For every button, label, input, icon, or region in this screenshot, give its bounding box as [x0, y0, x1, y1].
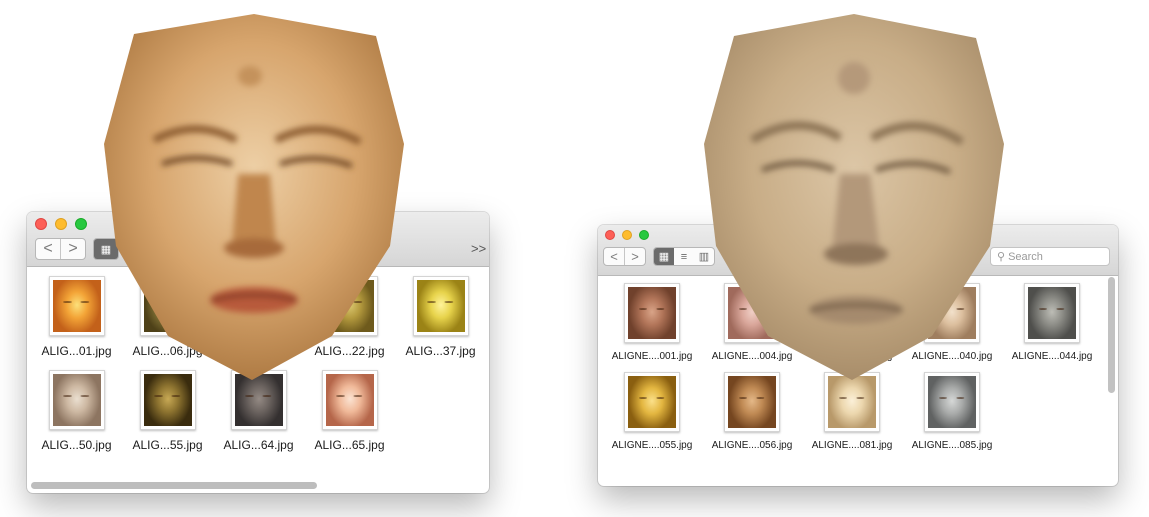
cream-face-image	[828, 376, 876, 428]
file-item[interactable]: ALIGNE....081.jpg	[802, 372, 902, 451]
minimize-button[interactable]	[55, 218, 67, 230]
horizontal-scrollbar[interactable]	[31, 482, 317, 489]
file-name: ALIGNE....081.jpg	[811, 440, 893, 451]
file-name: ALIGNE....055.jpg	[611, 440, 693, 451]
file-name: ALIG...65.jpg	[314, 438, 385, 452]
file-item[interactable]: ALIG...37.jpg	[395, 276, 486, 358]
icon-view-button[interactable]: ▦	[654, 248, 674, 265]
file-item[interactable]: ALIGNE....085.jpg	[902, 372, 1002, 451]
grid-icon: ▦	[658, 251, 670, 263]
back-button[interactable]: <	[36, 239, 60, 259]
forward-button[interactable]: >	[624, 248, 645, 265]
file-name: ALIG...37.jpg	[405, 344, 476, 358]
nav-buttons: < >	[35, 238, 86, 260]
file-name: ALIGNE....001.jpg	[611, 351, 693, 362]
grey-stone-face-image	[1028, 287, 1076, 339]
file-name: ALIGNE....085.jpg	[911, 440, 993, 451]
file-thumbnail	[624, 283, 680, 343]
file-name: ALIGNE....056.jpg	[711, 440, 793, 451]
average-face-right	[704, 14, 1004, 380]
search-placeholder: Search	[1008, 250, 1043, 263]
average-face-left	[104, 14, 404, 380]
terracotta-face-image	[628, 287, 676, 339]
file-item[interactable]: ALIG...65.jpg	[304, 370, 395, 452]
list-icon: ≡	[680, 250, 688, 263]
file-thumbnail	[1024, 283, 1080, 343]
file-name: ALIG...64.jpg	[223, 438, 294, 452]
bronze-face-image	[728, 376, 776, 428]
search-field[interactable]: ⚲ Search	[990, 247, 1110, 266]
file-thumbnail	[48, 370, 105, 430]
close-button[interactable]	[605, 230, 615, 240]
nav-buttons: < >	[603, 247, 646, 266]
chevron-left-icon: <	[43, 240, 53, 257]
list-view-button[interactable]: ≡	[674, 248, 694, 265]
close-button[interactable]	[35, 218, 47, 230]
file-item[interactable]: ALIG...55.jpg	[122, 370, 213, 452]
double-chevron-icon: >>	[471, 241, 487, 256]
zoom-button[interactable]	[75, 218, 87, 230]
file-item[interactable]: ALIGNE....055.jpg	[602, 372, 702, 451]
file-item[interactable]: ALIGNE....044.jpg	[1002, 283, 1102, 362]
file-item[interactable]: ALIG...50.jpg	[31, 370, 122, 452]
chevron-left-icon: <	[610, 249, 618, 264]
bright-gold-face-image	[416, 280, 465, 332]
vertical-scrollbar[interactable]	[1108, 277, 1115, 393]
file-name: ALIG...50.jpg	[41, 438, 112, 452]
file-name: ALIG...01.jpg	[41, 344, 112, 358]
file-thumbnail	[624, 372, 680, 432]
file-item[interactable]: ALIGNE....056.jpg	[702, 372, 802, 451]
file-thumbnail	[48, 276, 105, 336]
file-item[interactable]: ALIGNE....001.jpg	[602, 283, 702, 362]
stone-face-image	[52, 374, 101, 426]
zoom-button[interactable]	[639, 230, 649, 240]
gold-orange-face-image	[52, 280, 101, 332]
back-button[interactable]: <	[604, 248, 624, 265]
minimize-button[interactable]	[622, 230, 632, 240]
gold-face-image	[628, 376, 676, 428]
silver-face-image	[928, 376, 976, 428]
chevron-right-icon: >	[68, 240, 78, 257]
file-thumbnail	[412, 276, 469, 336]
chevron-right-icon: >	[631, 249, 639, 264]
file-item[interactable]: ALIG...64.jpg	[213, 370, 304, 452]
file-name: ALIG...55.jpg	[132, 438, 203, 452]
toolbar-overflow-button[interactable]: >>	[471, 241, 486, 256]
file-name: ALIGNE....044.jpg	[1011, 351, 1093, 362]
forward-button[interactable]: >	[60, 239, 85, 259]
